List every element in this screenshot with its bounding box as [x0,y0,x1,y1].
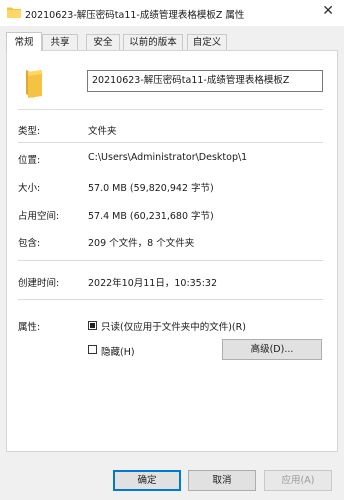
location-label: 位置: [18,155,41,166]
created-value: 2022年10月11日，10:35:32 [88,278,218,289]
apply-button[interactable]: 应用(A) [264,470,332,491]
created-label: 创建时间: [18,278,60,289]
location-value: C:\Users\Administrator\Desktop\1 [88,152,248,163]
contains-value: 209 个文件，8 个文件夹 [88,238,195,249]
divider [18,109,323,110]
advanced-button[interactable]: 高级(D)... [222,339,322,360]
hidden-label[interactable]: 隐藏(H) [101,344,135,358]
contains-label: 包含: [18,238,41,249]
readonly-checkbox[interactable] [88,321,97,330]
hidden-checkbox[interactable] [88,345,97,354]
folder-icon [7,7,21,18]
cancel-button[interactable]: 取消 [188,470,256,491]
type-value: 文件夹 [88,126,117,137]
folder-large-icon [26,70,42,98]
folder-name-input[interactable]: 20210623-解压密码ta11-成绩管理表格模板Z [87,70,323,92]
size-on-disk-value: 57.4 MB (60,231,680 字节) [88,211,214,222]
close-icon[interactable]: ✕ [322,3,334,19]
general-panel [6,50,338,452]
size-value: 57.0 MB (59,820,942 字节) [88,183,214,194]
size-label: 大小: [18,183,41,194]
attributes-label: 属性: [18,322,41,333]
divider [18,142,323,143]
tab-sharing[interactable]: 共享 [42,34,78,50]
size-on-disk-label: 占用空间: [18,211,60,222]
tab-previous-versions[interactable]: 以前的版本 [123,34,183,50]
window-title: 20210623-解压密码ta11-成绩管理表格模板Z 属性 [25,10,245,21]
type-label: 类型: [18,126,41,137]
divider [18,299,323,300]
tab-general[interactable]: 常规 [6,32,42,51]
properties-dialog: 20210623-解压密码ta11-成绩管理表格模板Z 属性 ✕ 常规 共享 安… [0,0,344,500]
title-bar: 20210623-解压密码ta11-成绩管理表格模板Z 属性 ✕ [0,0,344,26]
divider [18,260,323,261]
readonly-label[interactable]: 只读(仅应用于文件夹中的文件)(R) [101,319,246,333]
tab-customize[interactable]: 自定义 [187,34,227,50]
tab-security[interactable]: 安全 [86,34,120,50]
ok-button[interactable]: 确定 [113,470,181,491]
